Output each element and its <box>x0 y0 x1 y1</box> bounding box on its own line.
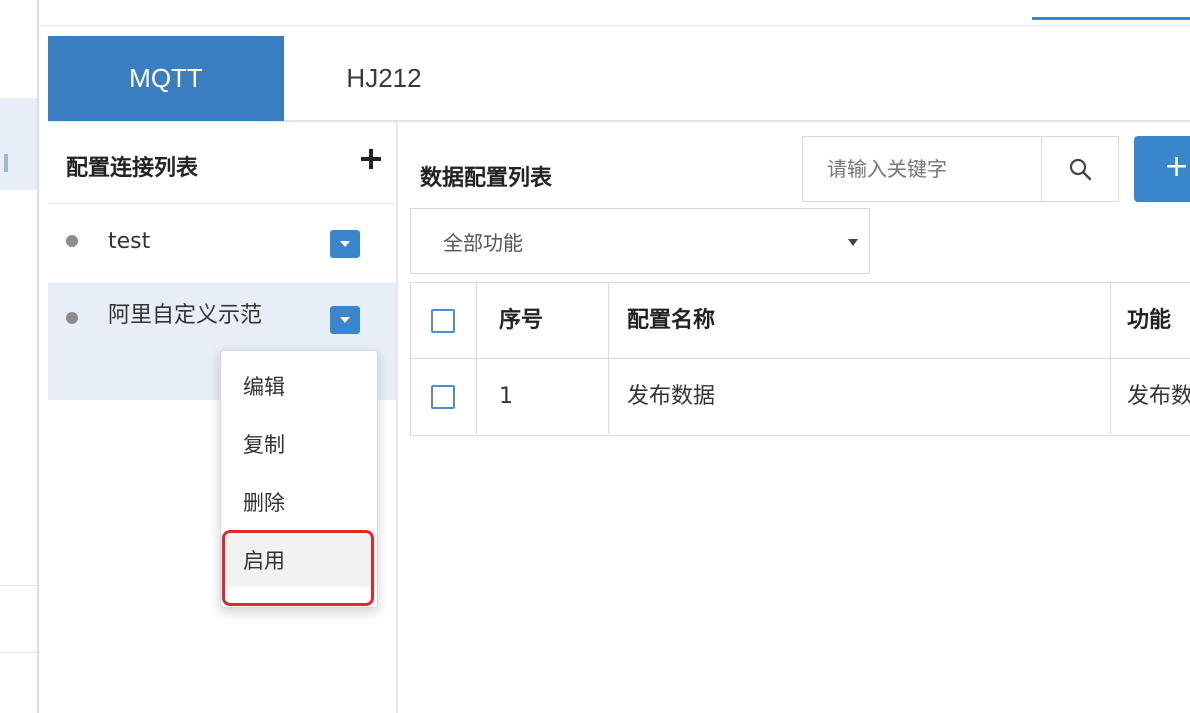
table-row[interactable]: 1 发布数据 发布数据 <box>411 359 1190 435</box>
caret-down-icon <box>848 239 858 246</box>
divider <box>0 585 37 586</box>
search-icon <box>1069 158 1092 181</box>
plus-icon <box>361 149 381 169</box>
data-config-table: 序号 配置名称 功能 1 发布数据 发布数据 <box>410 282 1190 436</box>
data-config-title: 数据配置列表 <box>420 166 553 191</box>
caret-down-icon <box>340 317 350 323</box>
search-button[interactable] <box>1041 136 1119 202</box>
table-cell-index: 1 <box>477 359 609 434</box>
menu-item-delete[interactable]: 删除 <box>221 477 377 529</box>
header-checkbox-cell <box>411 283 477 358</box>
menu-item-edit[interactable]: 编辑 <box>221 361 377 413</box>
status-dot-icon <box>66 235 78 247</box>
connection-name: test <box>108 229 151 254</box>
column-header-function: 功能 <box>1127 308 1172 333</box>
select-all-checkbox[interactable] <box>431 309 455 333</box>
data-config-panel: 数据配置列表 + 全部功能 序号 配置名称 功能 <box>398 122 1190 713</box>
add-connection-button[interactable] <box>358 144 384 174</box>
caret-down-icon <box>340 241 350 247</box>
connection-list-title: 配置连接列表 <box>66 156 199 181</box>
table-header-row: 序号 配置名称 功能 <box>411 283 1190 359</box>
menu-item-copy[interactable]: 复制 <box>221 419 377 471</box>
add-data-config-button[interactable]: + <box>1134 136 1190 202</box>
connection-menu-button[interactable] <box>330 306 360 334</box>
function-filter-select[interactable]: 全部功能 <box>410 208 870 274</box>
filter-selected-value: 全部功能 <box>443 231 523 255</box>
active-indicator <box>1032 17 1190 20</box>
top-header <box>40 0 1190 26</box>
divider <box>37 0 39 713</box>
table-cell-config-name: 发布数据 <box>609 359 1111 434</box>
outer-sidebar-marker <box>4 154 8 172</box>
row-checkbox[interactable] <box>431 385 455 409</box>
outer-sidebar <box>0 0 40 713</box>
connection-item[interactable]: test <box>48 204 396 284</box>
search-box <box>802 136 1042 202</box>
tab-mqtt[interactable]: MQTT <box>48 36 284 121</box>
protocol-tabs: MQTT HJ212 <box>48 36 1190 122</box>
status-dot-icon <box>66 312 78 324</box>
highlight-annotation <box>222 530 374 606</box>
divider <box>0 652 37 653</box>
connection-menu-button[interactable] <box>330 230 360 258</box>
connection-list-header: 配置连接列表 <box>48 122 396 204</box>
connection-name: 阿里自定义示范 <box>108 303 263 328</box>
tab-hj212[interactable]: HJ212 <box>284 36 484 121</box>
column-header-index: 序号 <box>477 283 609 358</box>
row-checkbox-cell <box>411 359 477 434</box>
outer-sidebar-selected-item[interactable] <box>0 98 37 190</box>
app-frame: MQTT HJ212 配置连接列表 test 阿里自定义示范 数据配置列表 请输… <box>0 0 1190 713</box>
table-cell-function: 发布数据 <box>1127 384 1190 409</box>
column-header-config-name: 配置名称 <box>609 283 1111 358</box>
search-input[interactable] <box>803 137 1041 201</box>
